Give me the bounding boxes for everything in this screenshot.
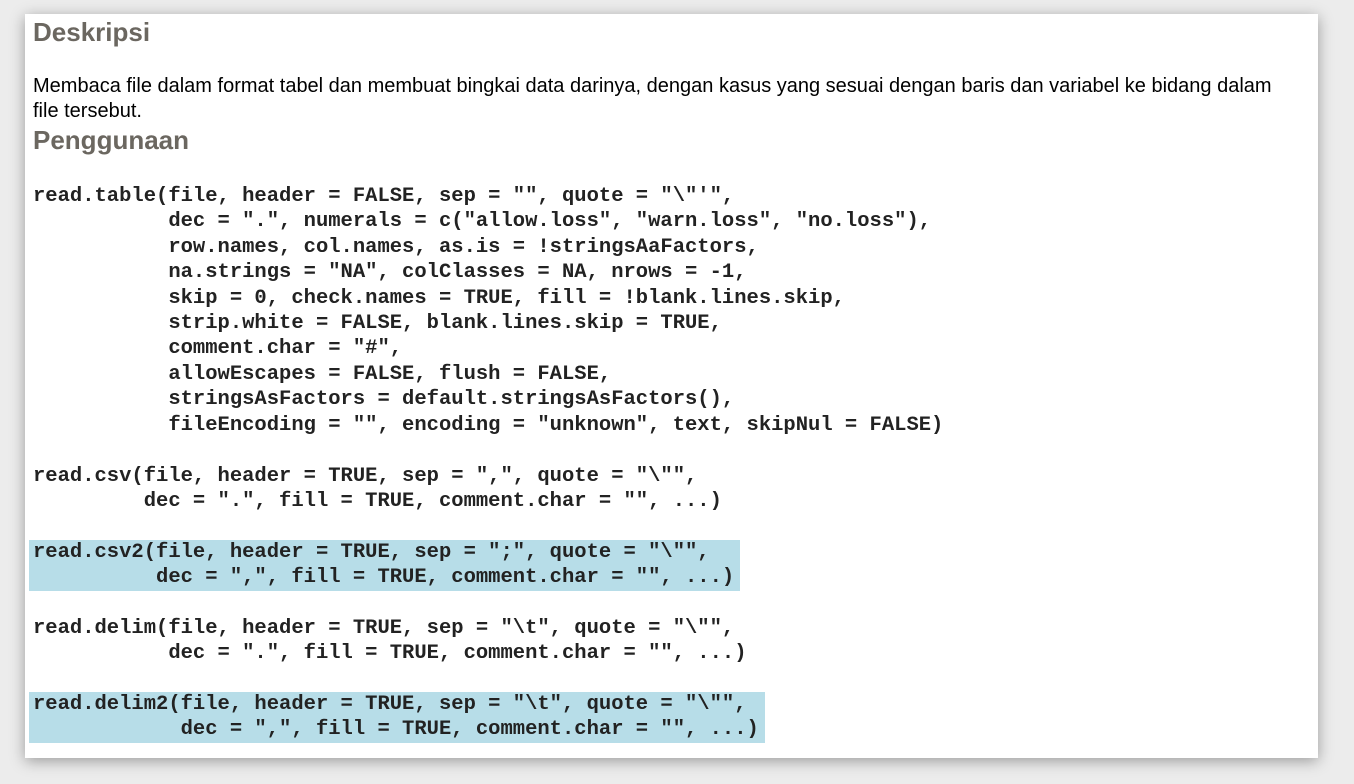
code-read-table: read.table(file, header = FALSE, sep = "… [33,185,944,437]
help-page: Deskripsi Membaca file dalam format tabe… [25,14,1318,758]
description-text: Membaca file dalam format tabel dan memb… [33,75,1272,122]
code-read-csv2-highlighted: read.csv2(file, header = TRUE, sep = ";"… [29,540,741,591]
code-read-delim2-highlighted: read.delim2(file, header = TRUE, sep = "… [29,692,765,743]
code-read-csv: read.csv(file, header = TRUE, sep = ",",… [33,465,722,514]
usage-heading: Penggunaan [33,125,190,155]
code-read-delim: read.delim(file, header = TRUE, sep = "\… [33,617,747,666]
description-heading: Deskripsi [33,17,151,47]
